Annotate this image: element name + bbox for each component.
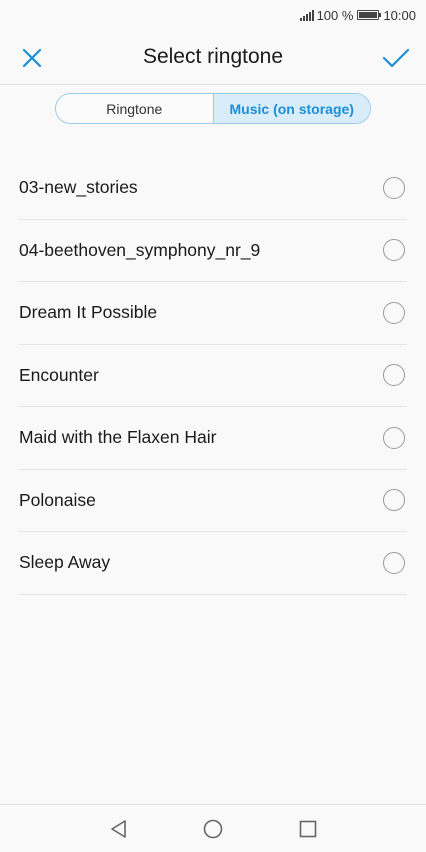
- radio-button[interactable]: [383, 176, 405, 199]
- radio-button[interactable]: [383, 426, 405, 449]
- home-circle-icon: [203, 819, 223, 839]
- list-item[interactable]: Polonaise: [19, 470, 407, 532]
- song-label: Encounter: [19, 364, 99, 385]
- tab-ringtone[interactable]: Ringtone: [56, 94, 213, 123]
- list-item[interactable]: Maid with the Flaxen Hair: [19, 407, 407, 470]
- radio-button[interactable]: [383, 364, 405, 387]
- ringtone-screen: 100 % 10:00 Select ringtone Ringtone Mus…: [0, 0, 426, 852]
- checkmark-icon: [382, 48, 410, 68]
- signal-icon: [299, 9, 314, 21]
- back-button[interactable]: [105, 815, 133, 843]
- list-item[interactable]: Sleep Away: [19, 532, 407, 595]
- radio-button[interactable]: [383, 551, 405, 574]
- list-item[interactable]: Dream It Possible: [19, 282, 407, 345]
- list-item[interactable]: 04-beethoven_symphony_nr_9: [19, 220, 407, 282]
- home-button[interactable]: [199, 815, 227, 843]
- confirm-button[interactable]: [378, 40, 414, 76]
- list-item[interactable]: Encounter: [19, 345, 407, 407]
- tab-music-on-storage[interactable]: Music (on storage): [212, 94, 370, 123]
- song-label: 03-new_stories: [19, 177, 138, 198]
- radio-button[interactable]: [383, 301, 405, 324]
- list-item[interactable]: 03-new_stories: [19, 157, 407, 220]
- song-label: Sleep Away: [19, 552, 111, 573]
- recents-button[interactable]: [294, 815, 322, 843]
- clock: 10:00: [383, 7, 416, 23]
- battery-percent: 100 %: [316, 7, 354, 23]
- source-tabs: Ringtone Music (on storage): [55, 93, 371, 124]
- back-triangle-icon: [111, 820, 126, 838]
- song-list: 03-new_stories 04-beethoven_symphony_nr_…: [19, 157, 407, 595]
- status-bar: 100 % 10:00: [0, 0, 426, 30]
- song-label: Polonaise: [19, 489, 96, 510]
- battery-icon: [357, 10, 382, 20]
- song-label: Dream It Possible: [19, 302, 158, 323]
- recents-square-icon: [299, 820, 317, 838]
- radio-button[interactable]: [383, 239, 405, 262]
- page-title: Select ringtone: [142, 45, 284, 68]
- radio-button[interactable]: [383, 489, 405, 512]
- song-label: Maid with the Flaxen Hair: [19, 427, 217, 448]
- navigation-bar: [0, 804, 426, 852]
- song-label: 04-beethoven_symphony_nr_9: [19, 239, 261, 260]
- header-bar: Select ringtone: [0, 30, 426, 85]
